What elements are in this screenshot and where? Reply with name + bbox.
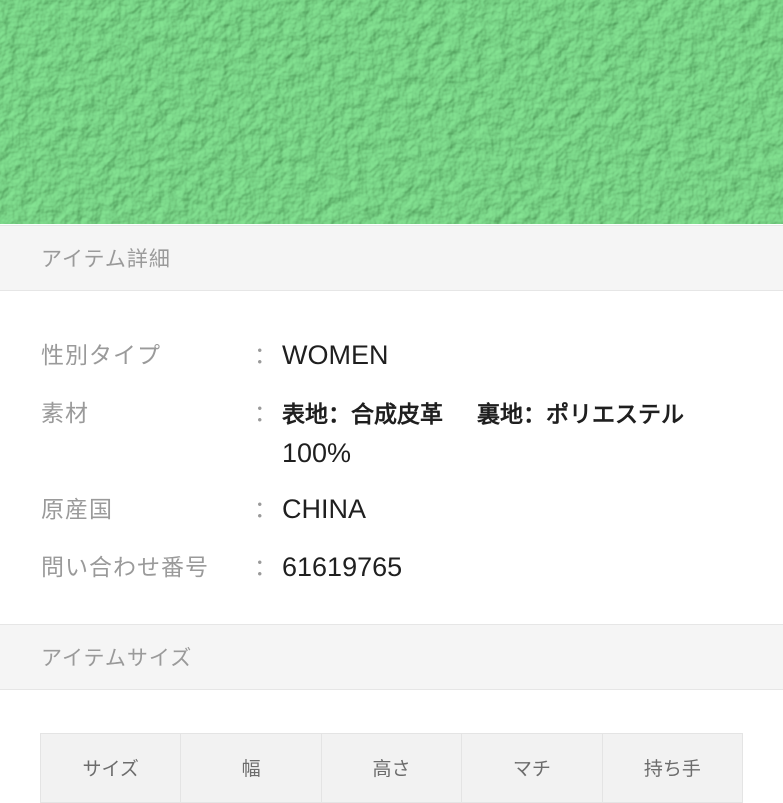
size-column-size: サイズ [41,734,182,802]
inquiry-number-separator: ： [254,555,277,581]
item-details-header: アイテム詳細 [0,225,783,291]
size-column-handle: 持ち手 [643,758,701,780]
size-column-gusset: マチ [462,734,603,802]
material-outer: 表地：合成皮革 [282,402,443,428]
product-image-leather [0,0,783,224]
size-column-width: 幅 [181,734,322,802]
material-lining: 裏地：ポリエステル [477,402,684,428]
material-separator: ： [254,401,277,427]
material-label: 素材 [41,401,89,427]
material-value: 表地：合成皮革 裏地：ポリエステル 100% [282,394,752,472]
inquiry-number-label: 問い合わせ番号 [41,555,209,581]
gender-type-value: WOMEN [282,340,389,370]
country-of-origin-value: CHINA [282,494,367,524]
size-table-header-row: サイズ 幅 高さ マチ 持ち手 [40,733,743,803]
item-size-header: アイテムサイズ [0,624,783,690]
country-of-origin-separator: ： [254,497,277,523]
item-details-heading: アイテム詳細 [41,247,171,271]
gender-type-separator: ： [254,343,277,369]
inquiry-number-value: 61619765 [282,552,403,582]
item-size-heading: アイテムサイズ [41,646,193,670]
gender-type-label: 性別タイプ [41,343,161,369]
size-column-height: 高さ [322,734,463,802]
material-lining-percent: 100% [282,438,352,468]
country-of-origin-label: 原産国 [41,497,113,523]
